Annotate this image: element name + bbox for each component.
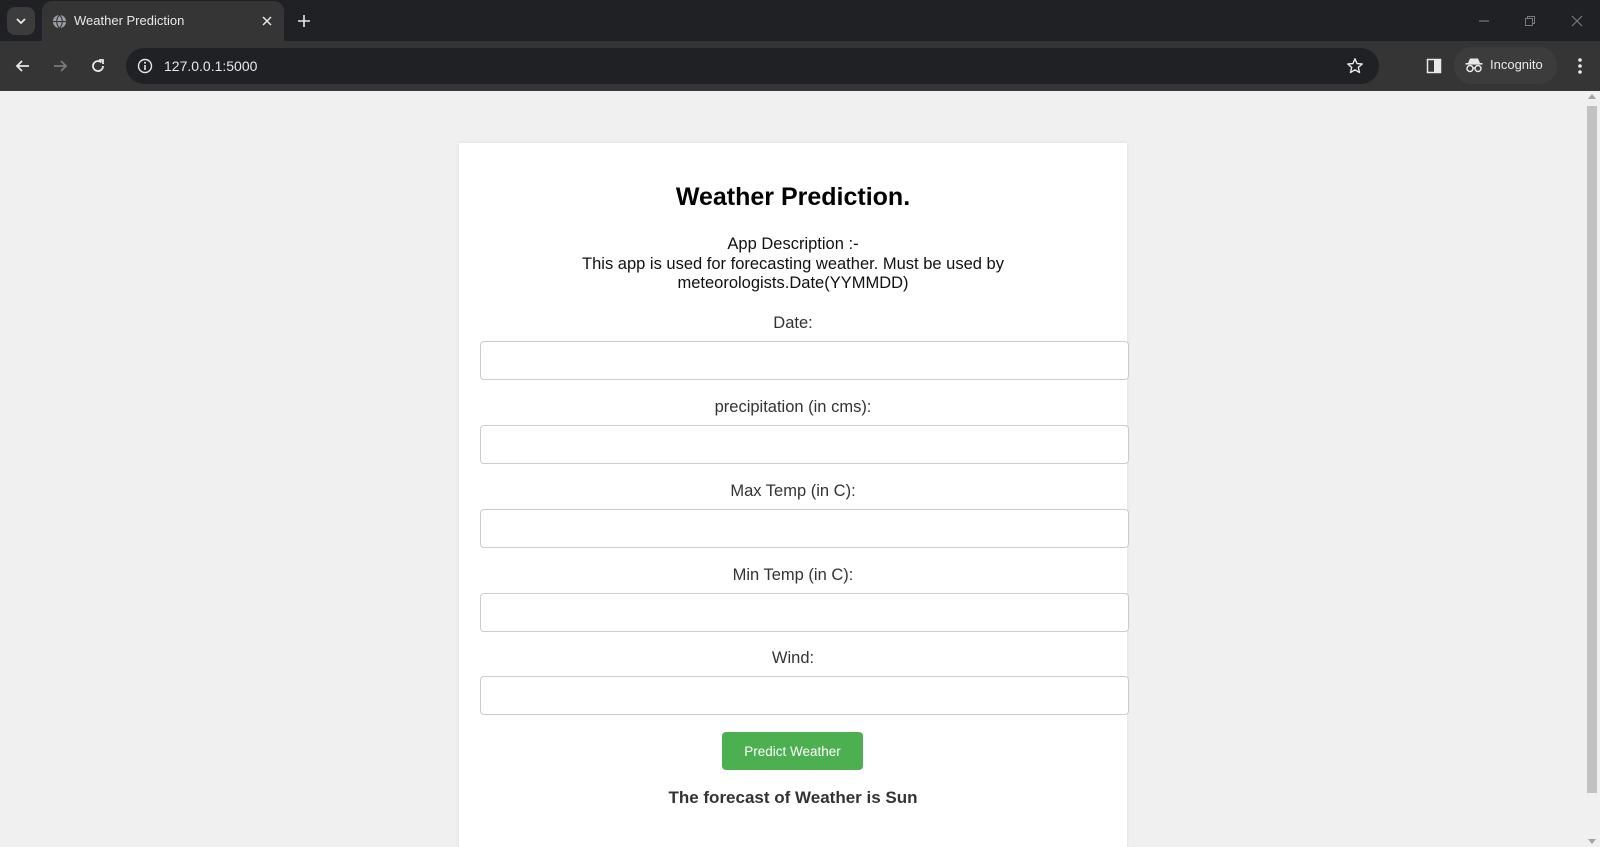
browser-toolbar: 127.0.0.1:5000 Incognito — [0, 41, 1600, 91]
url-text[interactable]: 127.0.0.1:5000 — [164, 58, 257, 74]
forecast-result: The forecast of Weather is Sun — [668, 788, 918, 807]
tab-search-button[interactable] — [7, 7, 35, 35]
description-heading: App Description :- — [727, 235, 859, 253]
browser-menu-button[interactable] — [1567, 53, 1593, 79]
incognito-label: Incognito — [1490, 57, 1543, 72]
wind-input[interactable] — [480, 676, 1129, 715]
address-bar[interactable]: 127.0.0.1:5000 — [126, 48, 1379, 84]
precipitation-input[interactable] — [480, 425, 1129, 464]
active-tab[interactable]: Weather Prediction — [42, 1, 284, 42]
min-temp-label: Min Temp (in C): — [732, 566, 854, 584]
minimize-icon — [1479, 20, 1489, 22]
bookmark-button[interactable] — [1345, 56, 1365, 76]
tab-close-button[interactable] — [258, 12, 276, 30]
restore-button[interactable] — [1519, 10, 1541, 32]
date-label: Date: — [773, 314, 813, 332]
chevron-down-icon — [16, 18, 26, 25]
tab-title: Weather Prediction — [74, 13, 185, 28]
wind-label: Wind: — [771, 649, 815, 667]
reload-button[interactable] — [85, 53, 111, 79]
min-temp-input[interactable] — [480, 593, 1129, 632]
page-scrollbar[interactable] — [1584, 91, 1600, 847]
precipitation-label: precipitation (in cms): — [714, 398, 872, 416]
scrollbar-thumb[interactable] — [1587, 106, 1597, 793]
arrow-left-icon — [15, 60, 29, 72]
predict-weather-button[interactable]: Predict Weather — [722, 732, 863, 770]
plus-icon — [298, 15, 310, 27]
scroll-up-arrow-icon[interactable] — [1588, 94, 1596, 99]
date-input[interactable] — [480, 341, 1129, 380]
tab-strip: Weather Prediction — [0, 0, 1600, 42]
scroll-down-arrow-icon[interactable] — [1588, 839, 1596, 844]
new-tab-button[interactable] — [294, 11, 314, 31]
site-info-button[interactable] — [136, 57, 154, 75]
back-button[interactable] — [10, 53, 36, 79]
globe-icon — [52, 14, 67, 29]
incognito-indicator[interactable]: Incognito — [1454, 47, 1557, 84]
info-icon — [137, 58, 153, 74]
prediction-form-card: Weather Prediction. App Description :- T… — [459, 143, 1129, 847]
app-description: App Description :- This app is used for … — [559, 235, 1027, 294]
reload-icon — [92, 59, 104, 72]
page-viewport: Weather Prediction. App Description :- T… — [0, 91, 1584, 847]
page-title: Weather Prediction. — [675, 183, 911, 211]
minimize-button[interactable] — [1473, 10, 1495, 32]
side-panel-button[interactable] — [1421, 53, 1447, 79]
description-body: This app is used for forecasting weather… — [582, 254, 1004, 293]
close-icon — [1571, 15, 1583, 27]
max-temp-label: Max Temp (in C): — [730, 482, 856, 500]
max-temp-input[interactable] — [480, 509, 1129, 548]
restore-icon — [1525, 16, 1535, 26]
side-panel-icon — [1426, 58, 1442, 74]
incognito-icon — [1465, 58, 1483, 73]
more-vertical-icon — [1578, 58, 1582, 74]
forward-button[interactable] — [47, 53, 73, 79]
star-icon — [1347, 58, 1363, 74]
arrow-right-icon — [54, 60, 68, 72]
window-close-button[interactable] — [1566, 10, 1588, 32]
close-icon — [262, 16, 272, 26]
